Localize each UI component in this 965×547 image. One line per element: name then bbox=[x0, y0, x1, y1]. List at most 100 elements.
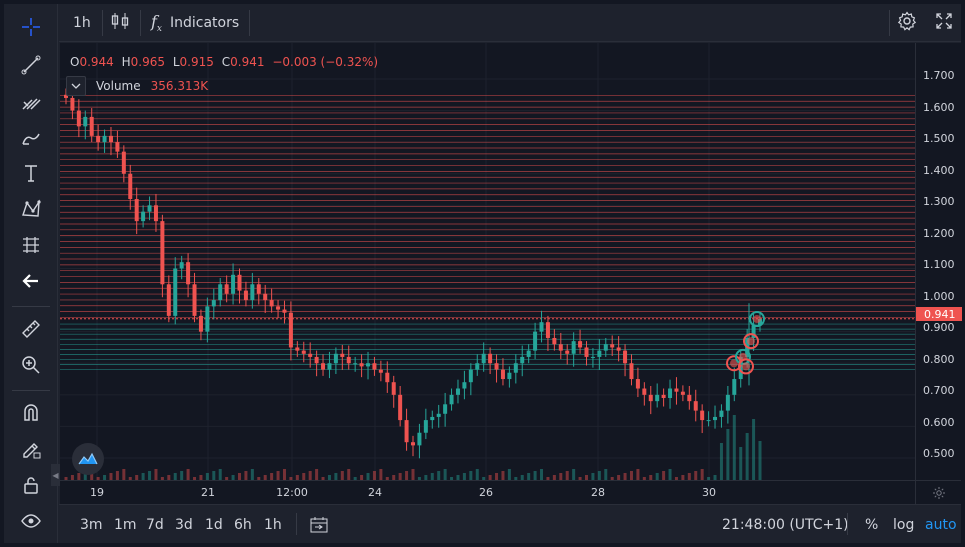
volume-bar bbox=[745, 433, 749, 480]
pattern-icon[interactable] bbox=[16, 194, 46, 224]
candle-body bbox=[160, 221, 165, 285]
candle-body bbox=[571, 341, 576, 354]
tradingview-logo[interactable] bbox=[72, 443, 104, 475]
volume-bar bbox=[405, 471, 409, 480]
scale-settings-button[interactable] bbox=[915, 480, 961, 504]
candle-body bbox=[552, 337, 557, 345]
candle-body bbox=[597, 350, 602, 357]
volume-bar bbox=[308, 471, 312, 480]
candle-body bbox=[327, 363, 332, 370]
zoom-in-icon[interactable] bbox=[16, 350, 46, 380]
price-scale[interactable]: 1.700 1.600 1.500 1.400 1.300 1.200 1.10… bbox=[915, 43, 962, 480]
price-label: 0.700 bbox=[923, 384, 955, 397]
ruler-icon[interactable] bbox=[16, 314, 46, 344]
candle-body bbox=[404, 420, 409, 443]
volume-bar bbox=[559, 473, 563, 480]
candle-body bbox=[173, 268, 178, 316]
percent-toggle[interactable]: % bbox=[865, 505, 878, 544]
candle-body bbox=[102, 135, 107, 143]
candle-body bbox=[732, 379, 737, 395]
volume-bar bbox=[186, 469, 190, 480]
range-6h-button[interactable]: 6h bbox=[234, 505, 252, 544]
text-icon[interactable] bbox=[16, 158, 46, 188]
collapse-legend-button[interactable] bbox=[66, 76, 86, 96]
volume-bar bbox=[752, 419, 756, 480]
magnet-icon[interactable] bbox=[16, 398, 46, 428]
price-label: 1.700 bbox=[923, 69, 955, 82]
app-frame: 1h fx Indicators O0.944 H0.965 L0.915 C0… bbox=[4, 4, 962, 544]
change-value: −0.003 (−0.32%) bbox=[272, 55, 379, 69]
collapse-toolbar-handle[interactable]: ◀ bbox=[51, 464, 60, 486]
range-1h-button[interactable]: 1h bbox=[264, 505, 282, 544]
time-label: 26 bbox=[479, 486, 493, 499]
interval-button[interactable]: 1h bbox=[73, 4, 91, 42]
log-toggle[interactable]: log bbox=[893, 505, 914, 544]
candle-body bbox=[642, 388, 647, 395]
goto-date-button[interactable] bbox=[310, 505, 328, 544]
indicators-label: Indicators bbox=[170, 15, 240, 31]
back-arrow-icon[interactable] bbox=[16, 266, 46, 296]
candle-body bbox=[346, 356, 351, 364]
candle-body bbox=[231, 274, 236, 294]
volume-bar bbox=[719, 443, 723, 480]
candle-body bbox=[147, 205, 152, 212]
price-label: 1.000 bbox=[923, 290, 955, 303]
range-7d-button[interactable]: 7d bbox=[146, 505, 164, 544]
indicators-button[interactable]: fx Indicators bbox=[151, 4, 239, 42]
chart-pane[interactable]: O0.944 H0.965 L0.915 C0.941 −0.003 (−0.3… bbox=[60, 43, 915, 480]
eye-icon[interactable] bbox=[16, 506, 46, 536]
time-scale[interactable]: 19 21 12:00 24 26 28 30 bbox=[60, 480, 915, 504]
candle-body bbox=[655, 394, 660, 402]
range-1d-button[interactable]: 1d bbox=[205, 505, 223, 544]
candle-body bbox=[635, 379, 640, 389]
candle-body bbox=[725, 394, 730, 411]
volume-bar bbox=[154, 469, 158, 480]
candle-body bbox=[308, 353, 313, 357]
volume-bar bbox=[668, 469, 672, 480]
candle-body bbox=[430, 416, 435, 421]
candle-body bbox=[237, 274, 242, 291]
candle-body bbox=[340, 353, 345, 357]
settings-button[interactable] bbox=[897, 4, 917, 42]
prediction-icon[interactable] bbox=[16, 230, 46, 260]
candle-body bbox=[481, 353, 486, 364]
candle-body bbox=[533, 331, 538, 351]
candle-body bbox=[693, 401, 698, 411]
candle-body bbox=[449, 394, 454, 405]
toolbar-divider bbox=[296, 513, 297, 535]
candle-body bbox=[668, 388, 673, 398]
price-chart[interactable] bbox=[60, 43, 915, 480]
volume-bar bbox=[475, 469, 479, 480]
trend-line-icon[interactable] bbox=[16, 50, 46, 80]
candle-body bbox=[166, 284, 171, 316]
auto-toggle[interactable]: auto bbox=[925, 505, 957, 544]
candle-body bbox=[719, 410, 724, 417]
candle-body bbox=[391, 382, 396, 395]
volume-bar bbox=[122, 469, 126, 480]
crosshair-icon[interactable] bbox=[16, 12, 46, 42]
close-value: 0.941 bbox=[230, 55, 265, 69]
fullscreen-button[interactable] bbox=[935, 4, 953, 42]
unlock-icon[interactable] bbox=[16, 470, 46, 500]
volume-bar bbox=[77, 473, 81, 480]
candle-body bbox=[443, 404, 448, 414]
chart-style-button[interactable] bbox=[111, 4, 129, 42]
price-label: 1.300 bbox=[923, 195, 955, 208]
volume-bar bbox=[437, 471, 441, 480]
volume-bar bbox=[244, 471, 248, 480]
high-key: H bbox=[121, 55, 131, 69]
signal-marker-dot bbox=[753, 315, 761, 324]
candle-body bbox=[417, 432, 422, 446]
timezone-clock[interactable]: 21:48:00 (UTC+1) bbox=[722, 505, 849, 544]
signal-marker-dot bbox=[747, 337, 755, 346]
price-label: 1.400 bbox=[923, 164, 955, 177]
lock-draw-icon[interactable] bbox=[16, 434, 46, 464]
price-label: 1.100 bbox=[923, 258, 955, 271]
range-3m-button[interactable]: 3m bbox=[80, 505, 103, 544]
range-1m-button[interactable]: 1m bbox=[114, 505, 137, 544]
brush-icon[interactable] bbox=[16, 122, 46, 152]
range-3d-button[interactable]: 3d bbox=[175, 505, 193, 544]
candle-body bbox=[494, 363, 499, 370]
pitchfork-icon[interactable] bbox=[16, 86, 46, 116]
volume-bar bbox=[366, 473, 370, 480]
